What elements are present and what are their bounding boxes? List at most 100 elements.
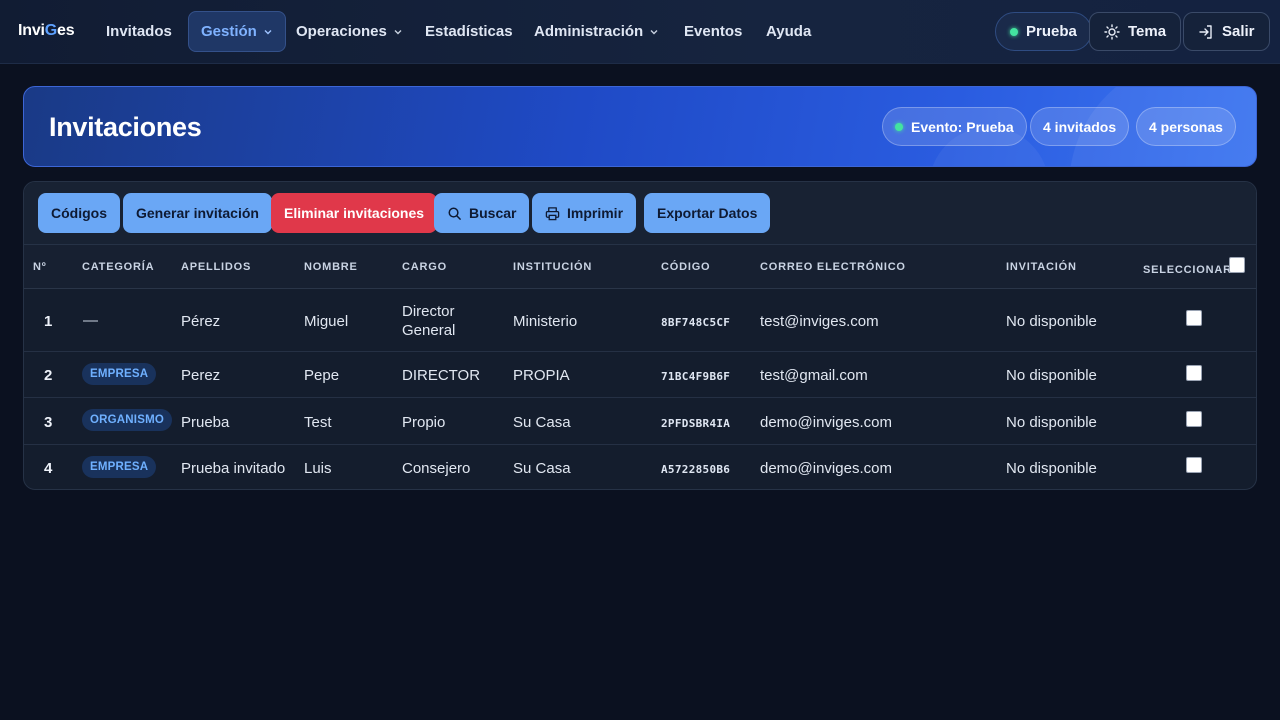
page-title: Invitaciones [49, 112, 202, 142]
chevron-down-icon [650, 29, 658, 34]
row-number: 2 [44, 367, 53, 384]
row-code: 71BC4F9B6F [661, 370, 731, 383]
brand-logo[interactable]: InviGes [18, 22, 75, 40]
row-surnames: Prueba [181, 414, 230, 431]
column-header-num: Nº [33, 261, 47, 273]
column-header-email: Correo electrónico [760, 261, 906, 273]
table-row: 3 ORGANISMO Prueba Test Propio Su Casa 2… [24, 398, 1256, 445]
row-surnames: Prueba invitado [181, 460, 286, 477]
row-invitation-status: No disponible [1006, 313, 1097, 330]
nav-label: Administración [534, 23, 644, 40]
row-invitation-status: No disponible [1006, 367, 1097, 384]
status-dot-icon [895, 122, 903, 131]
row-invitation-status: No disponible [1006, 460, 1097, 477]
theme-button[interactable]: Tema [1089, 12, 1182, 51]
brand-part-1: Invi [18, 22, 45, 39]
category-badge: ORGANISMO [82, 409, 172, 431]
codes-button-label: Códigos [51, 205, 107, 221]
people-count-label: 4 personas [1149, 118, 1223, 135]
printer-icon [545, 206, 560, 220]
table-row: 1 — Pérez Miguel Director General Minist… [24, 289, 1256, 352]
nav-label: Invitados [106, 23, 172, 40]
row-email: test@gmail.com [760, 367, 868, 384]
row-name: Test [304, 414, 332, 431]
column-header-code: Código [661, 261, 711, 273]
row-position-line1: Director [402, 303, 455, 320]
row-code: 8BF748C5CF [661, 316, 731, 329]
current-event-label: Prueba [1026, 23, 1077, 40]
actions-toolbar: Códigos Generar invitación Eliminar invi… [24, 182, 1256, 245]
row-position-line2: General [402, 322, 456, 339]
row-select-checkbox[interactable] [1186, 310, 1202, 326]
nav-item-operaciones[interactable]: Operaciones [284, 11, 415, 52]
search-button[interactable]: Buscar [434, 193, 530, 233]
column-header-invitation: Invitación [1006, 261, 1077, 273]
column-header-surnames: Apellidos [181, 261, 252, 273]
export-data-button[interactable]: Exportar Datos [644, 193, 771, 233]
nav-label: Ayuda [766, 23, 812, 40]
row-number: 1 [44, 313, 53, 330]
column-header-position: Cargo [402, 261, 447, 273]
table-row: 4 EMPRESA Prueba invitado Luis Consejero… [24, 445, 1256, 489]
category-badge: EMPRESA [82, 363, 157, 385]
row-select-checkbox[interactable] [1186, 365, 1202, 381]
nav-item-eventos[interactable]: Eventos [672, 11, 754, 52]
print-button-label: Imprimir [567, 205, 624, 221]
row-code: 2PFDSBR4IA [661, 417, 731, 430]
logout-button[interactable]: Salir [1183, 12, 1270, 51]
search-icon [448, 207, 461, 220]
row-position: Propio [402, 414, 446, 431]
nav-label: Gestión [201, 23, 257, 40]
row-select-checkbox[interactable] [1186, 457, 1202, 473]
row-surnames: Pérez [181, 313, 221, 330]
status-dot-icon [1010, 27, 1018, 36]
nav-item-gestion[interactable]: Gestión [188, 11, 286, 52]
delete-invitations-label: Eliminar invitaciones [284, 205, 425, 221]
invitations-card: Códigos Generar invitación Eliminar invi… [23, 181, 1257, 490]
delete-invitations-button[interactable]: Eliminar invitaciones [271, 193, 438, 233]
row-select-checkbox[interactable] [1186, 411, 1202, 427]
row-position: DIRECTOR [402, 367, 481, 384]
column-header-category: Categoría [82, 261, 155, 273]
current-event-pill[interactable]: Prueba [995, 12, 1092, 51]
row-institution: Ministerio [513, 313, 578, 330]
row-institution: Su Casa [513, 414, 571, 431]
export-data-label: Exportar Datos [657, 205, 758, 221]
row-name: Luis [304, 460, 332, 477]
row-email: demo@inviges.com [760, 414, 892, 431]
row-surnames: Perez [181, 367, 221, 384]
nav-label: Estadísticas [425, 23, 513, 40]
row-email: demo@inviges.com [760, 460, 892, 477]
codes-button[interactable]: Códigos [38, 193, 120, 233]
row-position: Consejero [402, 460, 471, 477]
row-category: — [83, 312, 98, 329]
column-header-select: Seleccionar [1143, 264, 1232, 276]
theme-label: Tema [1128, 23, 1167, 40]
event-badge-label: Evento: Prueba [911, 118, 1014, 135]
nav-item-ayuda[interactable]: Ayuda [754, 11, 823, 52]
row-institution: Su Casa [513, 460, 571, 477]
chevron-down-icon [264, 29, 272, 34]
generate-invitation-label: Generar invitación [136, 205, 259, 221]
nav-item-estadisticas[interactable]: Estadísticas [413, 11, 525, 52]
select-all-checkbox[interactable] [1229, 257, 1245, 273]
table-header: Nº Categoría Apellidos Nombre Cargo Inst… [24, 245, 1256, 289]
category-badge: EMPRESA [82, 456, 157, 478]
row-name: Pepe [304, 367, 340, 384]
generate-invitation-button[interactable]: Generar invitación [123, 193, 272, 233]
sun-icon [1104, 23, 1120, 40]
row-number: 3 [44, 414, 53, 431]
search-button-label: Buscar [469, 205, 517, 221]
nav-item-administracion[interactable]: Administración [522, 11, 671, 52]
row-number: 4 [44, 460, 53, 477]
print-button[interactable]: Imprimir [532, 193, 637, 233]
people-count-badge: 4 personas [1136, 107, 1236, 146]
guests-count-badge: 4 invitados [1030, 107, 1130, 146]
nav-item-invitados[interactable]: Invitados [94, 11, 184, 52]
page-header-banner: Invitaciones Evento: Prueba 4 invitados … [23, 86, 1257, 167]
guests-count-label: 4 invitados [1043, 118, 1117, 135]
column-header-institution: Institución [513, 261, 593, 273]
row-code: A5722850B6 [661, 463, 731, 476]
brand-part-2: G [44, 22, 58, 39]
column-header-name: Nombre [304, 261, 358, 273]
